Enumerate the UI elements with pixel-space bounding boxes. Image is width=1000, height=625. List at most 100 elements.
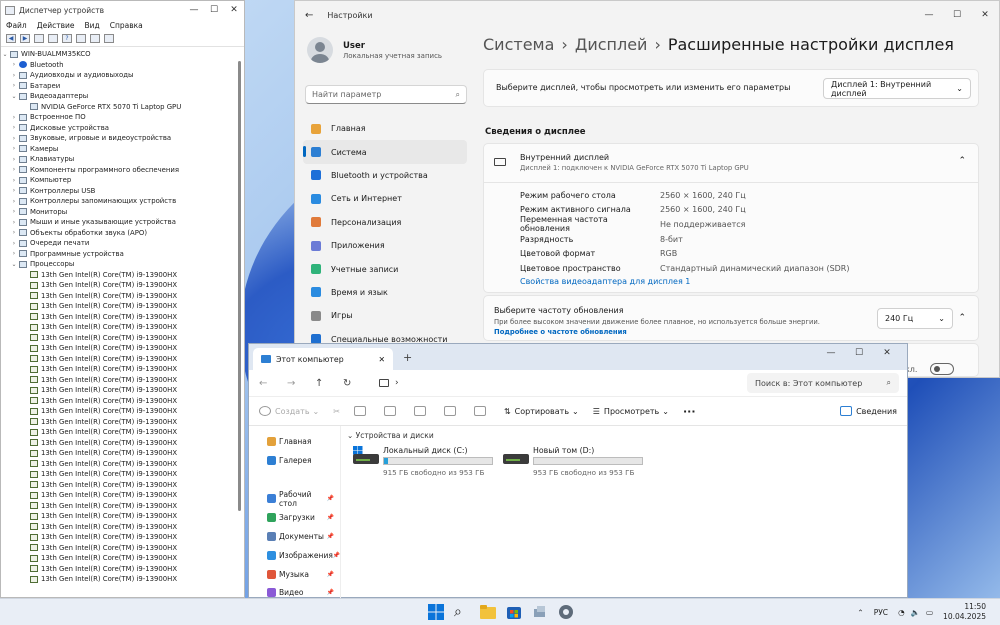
expand-icon[interactable]: › (10, 72, 18, 79)
tree-category[interactable]: › Объекты обработки звука (APO) (1, 228, 244, 239)
nav-item[interactable]: Персонализация (303, 211, 467, 234)
tree-processor[interactable]: 13th Gen Intel(R) Core(TM) i9-13900HX (1, 469, 244, 480)
nav-item[interactable]: Bluetooth и устройства (303, 164, 467, 187)
grid-icon[interactable] (48, 34, 58, 43)
create-button[interactable]: Создать ⌄ (259, 406, 319, 416)
tree-processor[interactable]: 13th Gen Intel(R) Core(TM) i9-13900HX (1, 385, 244, 396)
maximize-button[interactable]: ☐ (845, 348, 873, 358)
expand-icon[interactable]: › (10, 61, 18, 68)
collapse-icon[interactable]: ⌄ (10, 261, 18, 268)
tree-processor[interactable]: 13th Gen Intel(R) Core(TM) i9-13900HX (1, 427, 244, 438)
tree-category[interactable]: › Батареи (1, 81, 244, 92)
battery-icon[interactable]: ▭ (926, 608, 933, 617)
expand-icon[interactable]: › (10, 219, 18, 226)
tab-this-pc[interactable]: Этот компьютер ✕ (253, 348, 393, 370)
scan-hardware-icon[interactable] (104, 34, 114, 43)
expand-icon[interactable]: › (10, 145, 18, 152)
menu-action[interactable]: Действие (37, 21, 75, 30)
tree-processor[interactable]: 13th Gen Intel(R) Core(TM) i9-13900HX (1, 354, 244, 365)
nav-item[interactable]: Время и язык (303, 281, 467, 304)
expand-icon[interactable]: › (10, 124, 18, 131)
help-icon[interactable]: ? (62, 34, 72, 43)
tree-category[interactable]: › Очереди печати (1, 238, 244, 249)
volume-icon[interactable]: 🔈 (911, 608, 920, 617)
collapse-icon[interactable]: ⌄ (10, 93, 18, 100)
expand-icon[interactable]: › (10, 250, 18, 257)
close-tab-icon[interactable]: ✕ (378, 355, 385, 364)
menu-help[interactable]: Справка (110, 21, 143, 30)
tree-processor[interactable]: 13th Gen Intel(R) Core(TM) i9-13900HX (1, 543, 244, 554)
tree-processor[interactable]: 13th Gen Intel(R) Core(TM) i9-13900HX (1, 270, 244, 281)
tree-category[interactable]: ⌄ Процессоры (1, 259, 244, 270)
toggle-switch[interactable] (930, 363, 954, 375)
tree-processor[interactable]: 13th Gen Intel(R) Core(TM) i9-13900HX (1, 333, 244, 344)
tree-category[interactable]: › Мыши и иные указывающие устройства (1, 217, 244, 228)
share-icon[interactable] (443, 406, 460, 416)
forward-icon[interactable]: ▶ (20, 34, 30, 43)
nav-item[interactable]: Сеть и Интернет (303, 187, 467, 210)
chevron-up-icon[interactable]: ⌃ (958, 313, 966, 323)
menu-view[interactable]: Вид (84, 21, 99, 30)
forward-icon[interactable]: → (287, 378, 315, 389)
tree-root[interactable]: ⌄ WIN-BUALMM35KCO (1, 49, 244, 60)
back-arrow-icon[interactable]: ← (305, 10, 313, 21)
nav-pane-item[interactable]: Музыка 📌 (267, 565, 340, 584)
adapter-properties-link[interactable]: Свойства видеоадаптера для дисплея 1 (520, 277, 690, 286)
tree-processor[interactable]: 13th Gen Intel(R) Core(TM) i9-13900HX (1, 511, 244, 522)
tree-device[interactable]: NVIDIA GeForce RTX 5070 Ti Laptop GPU (1, 102, 244, 113)
tree-processor[interactable]: 13th Gen Intel(R) Core(TM) i9-13900HX (1, 322, 244, 333)
expand-icon[interactable]: › (10, 240, 18, 247)
refresh-info-link[interactable]: Подробнее о частоте обновления (494, 328, 627, 336)
expand-icon[interactable]: › (10, 156, 18, 163)
explorer-search-input[interactable]: Поиск в: Этот компьютер ⌕ (747, 373, 899, 393)
device-manager-taskbar-icon[interactable] (532, 604, 548, 620)
view-button[interactable]: ☰ Просмотреть ⌄ (593, 407, 669, 416)
expand-icon[interactable]: › (10, 198, 18, 205)
store-icon[interactable] (506, 604, 522, 620)
settings-search-input[interactable]: Найти параметр ⌕ (305, 85, 467, 104)
tree-category[interactable]: › Камеры (1, 144, 244, 155)
close-button[interactable]: ✕ (224, 5, 244, 15)
sort-button[interactable]: ⇅ Сортировать ⌄ (504, 407, 579, 416)
nav-pane-item[interactable]: Изображения 📌 (267, 546, 340, 565)
tree-processor[interactable]: 13th Gen Intel(R) Core(TM) i9-13900HX (1, 280, 244, 291)
tree-processor[interactable]: 13th Gen Intel(R) Core(TM) i9-13900HX (1, 532, 244, 543)
tree-category[interactable]: › Клавиатуры (1, 154, 244, 165)
tree-category[interactable]: › Дисковые устройства (1, 123, 244, 134)
paste-icon[interactable] (383, 406, 400, 416)
tree-processor[interactable]: 13th Gen Intel(R) Core(TM) i9-13900HX (1, 343, 244, 354)
cut-icon[interactable]: ✂ (333, 407, 340, 416)
search-icon[interactable]: ⌕ (454, 604, 470, 620)
file-explorer-icon[interactable] (480, 604, 496, 620)
tree-processor[interactable]: 13th Gen Intel(R) Core(TM) i9-13900HX (1, 291, 244, 302)
nav-pane-item[interactable]: Загрузки 📌 (267, 508, 340, 527)
nav-item[interactable]: Учетные записи (303, 257, 467, 280)
tree-processor[interactable]: 13th Gen Intel(R) Core(TM) i9-13900HX (1, 301, 244, 312)
tree-processor[interactable]: 13th Gen Intel(R) Core(TM) i9-13900HX (1, 406, 244, 417)
nav-pane-item[interactable]: Галерея (267, 451, 340, 470)
breadcrumb-system[interactable]: Система (483, 35, 554, 54)
expand-icon[interactable]: › (10, 166, 18, 173)
maximize-button[interactable]: ☐ (943, 10, 971, 20)
nav-item[interactable]: Игры (303, 304, 467, 327)
details-button[interactable]: Сведения (840, 406, 897, 416)
rename-icon[interactable] (413, 406, 430, 416)
back-icon[interactable]: ◀ (6, 34, 16, 43)
drive-item[interactable]: Новый том (D:) 953 ГБ свободно из 953 ГБ (503, 446, 643, 477)
user-profile[interactable]: User Локальная учетная запись (307, 37, 442, 63)
tree-processor[interactable]: 13th Gen Intel(R) Core(TM) i9-13900HX (1, 396, 244, 407)
delete-icon[interactable] (473, 406, 490, 416)
tree-category[interactable]: › Компоненты программного обеспечения (1, 165, 244, 176)
tree-category[interactable]: › Встроенное ПО (1, 112, 244, 123)
expand-icon[interactable]: › (10, 187, 18, 194)
tree-processor[interactable]: 13th Gen Intel(R) Core(TM) i9-13900HX (1, 490, 244, 501)
tree-processor[interactable]: 13th Gen Intel(R) Core(TM) i9-13900HX (1, 459, 244, 470)
close-button[interactable]: ✕ (971, 10, 999, 20)
tree-category[interactable]: › Bluetooth (1, 60, 244, 71)
menu-file[interactable]: Файл (6, 21, 27, 30)
expand-icon[interactable]: › (10, 135, 18, 142)
list-icon[interactable] (76, 34, 86, 43)
nav-item[interactable]: Приложения (303, 234, 467, 257)
close-button[interactable]: ✕ (873, 348, 901, 358)
tree-processor[interactable]: 13th Gen Intel(R) Core(TM) i9-13900HX (1, 574, 244, 585)
